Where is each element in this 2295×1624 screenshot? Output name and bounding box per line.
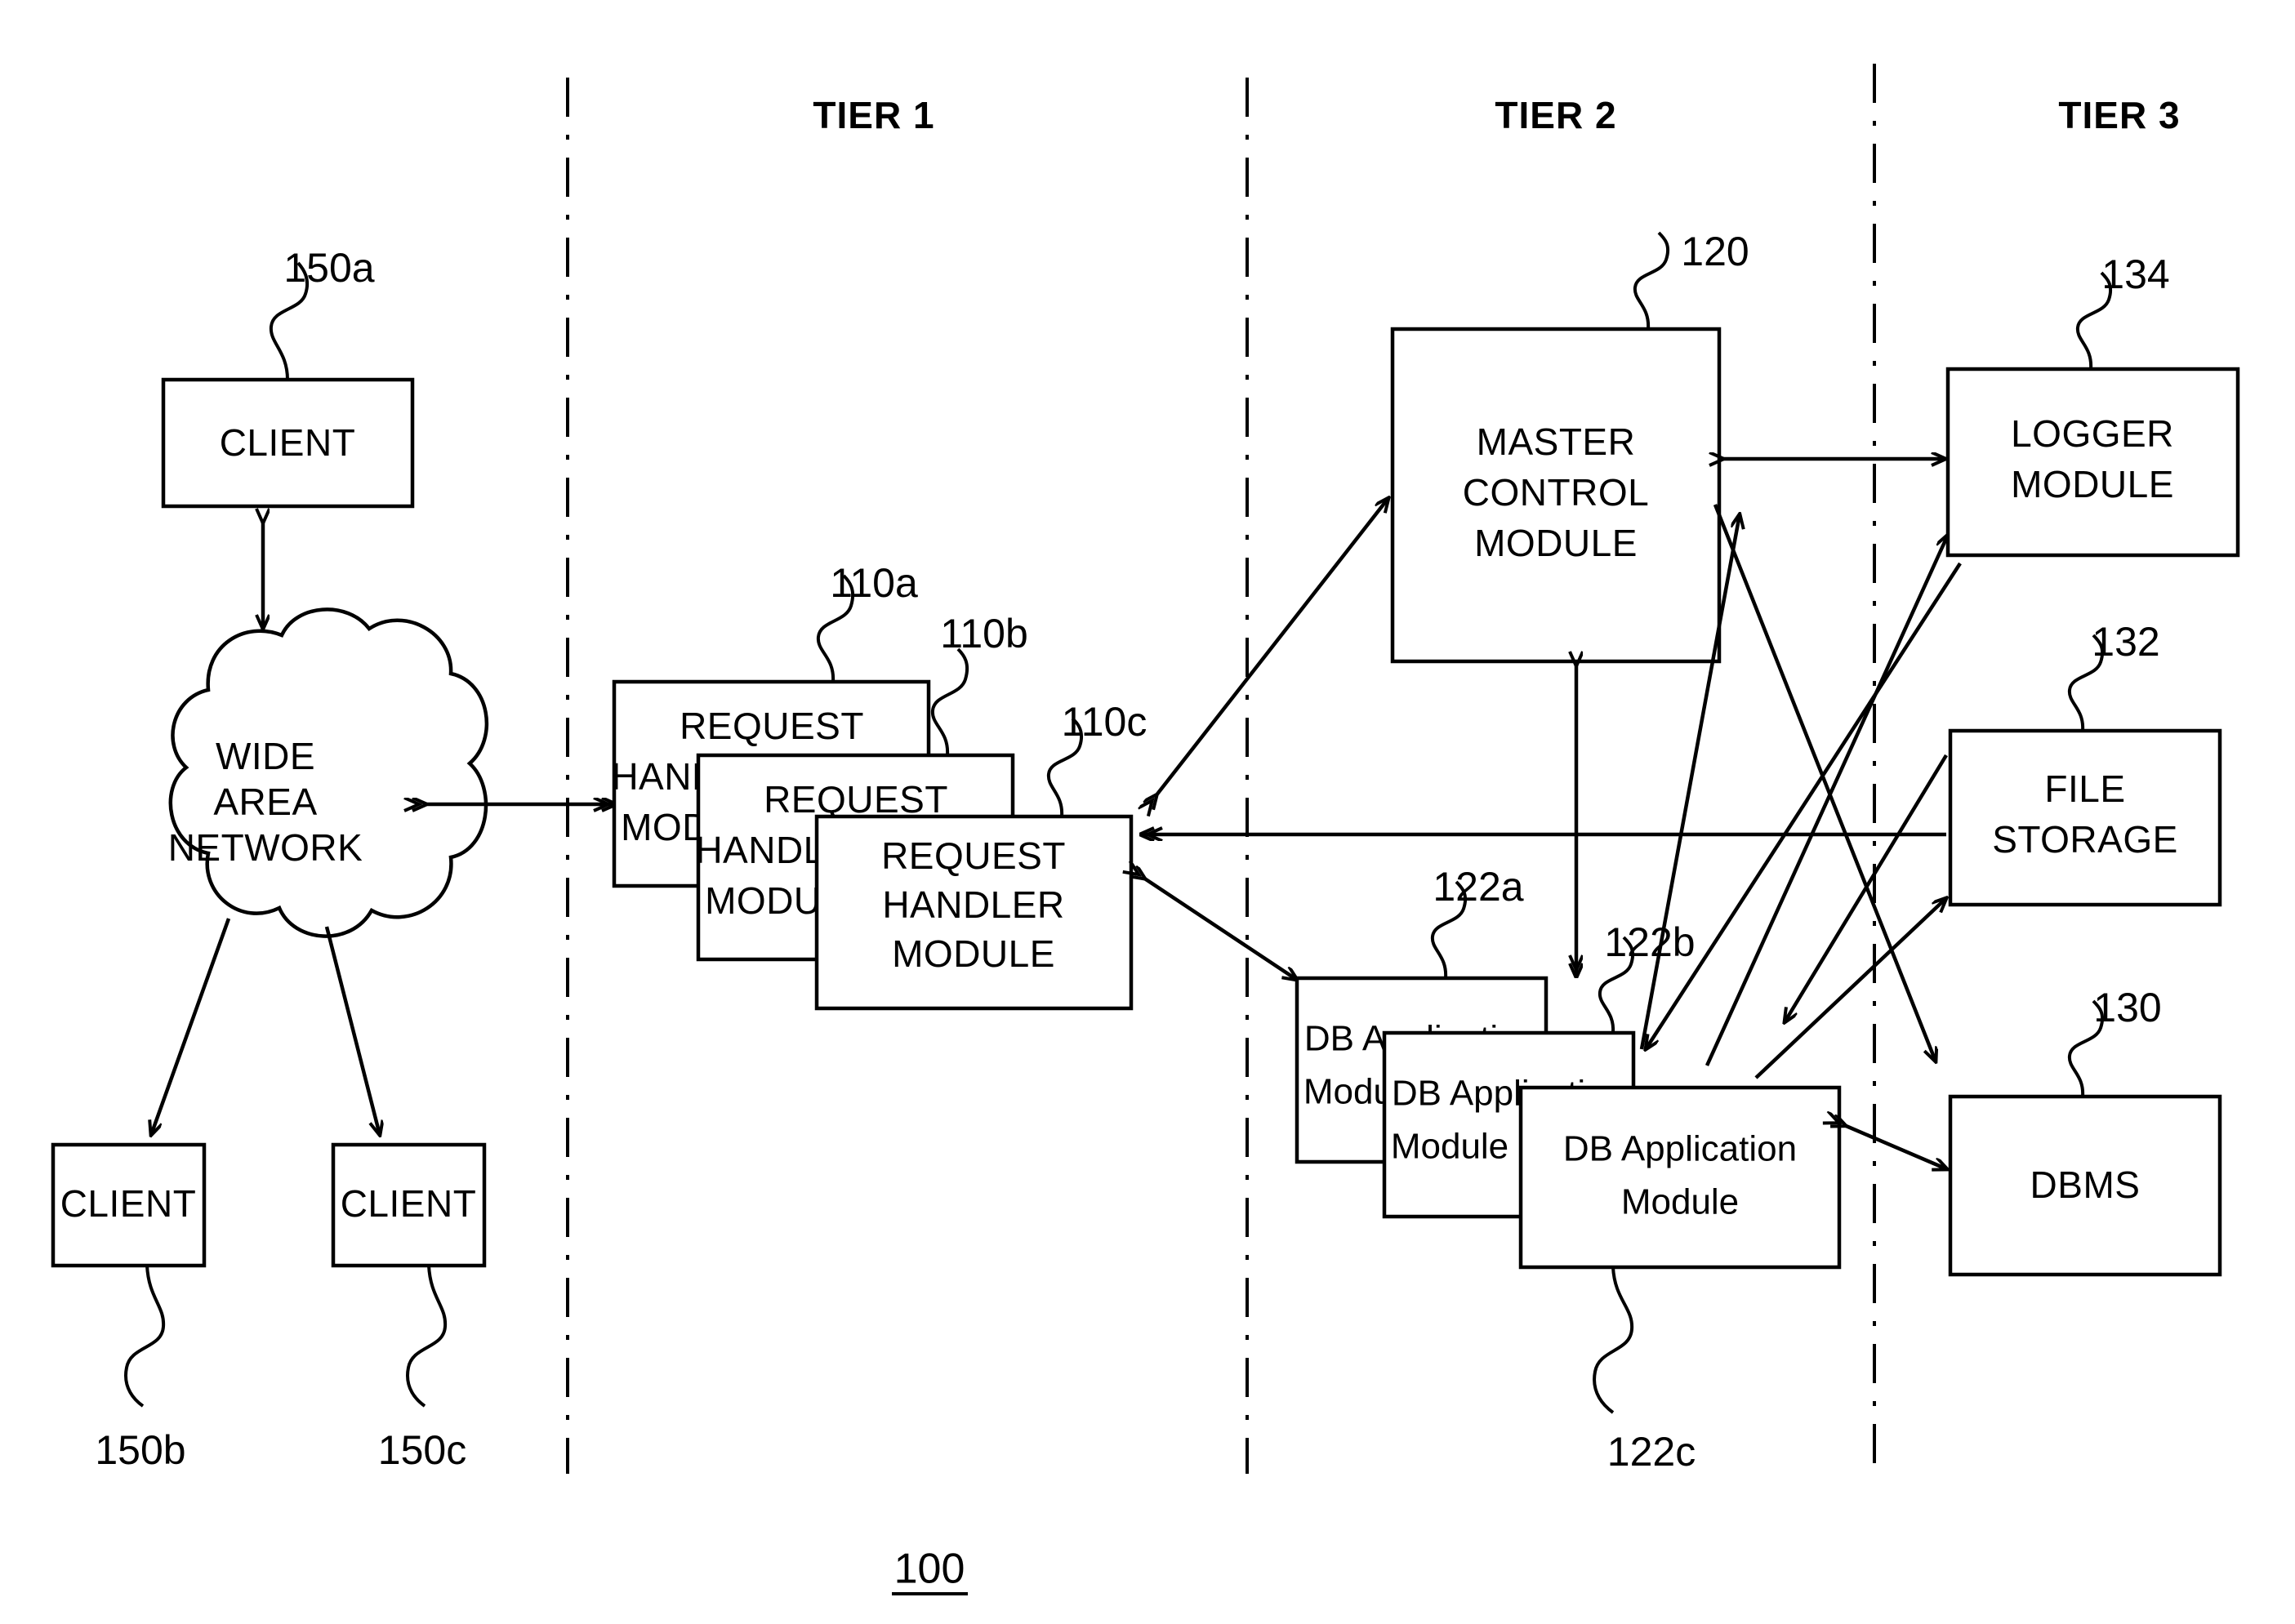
arrow-db-app-to-file-storage: [1754, 898, 1946, 1079]
ref-150b: 150b: [95, 1427, 185, 1473]
arrow-db-app-to-dbms: [1844, 1125, 1947, 1169]
ref-110c: 110c: [1062, 699, 1148, 745]
ref-150a: 150a: [283, 245, 374, 291]
request-handler-c-line3: MODULE: [892, 932, 1055, 975]
system-architecture-diagram: TIER 1 TIER 2 TIER 3 CLIENT 150a WIDE AR…: [51, 64, 2240, 1595]
arrow-request-handler-to-db-app: [1143, 878, 1297, 980]
ref-110a: 110a: [830, 560, 918, 606]
arrow-wan-to-client-b: [151, 918, 231, 1135]
logger-module-box[interactable]: [1945, 367, 2240, 558]
db-app-b-line2: Module: [1391, 1127, 1508, 1167]
leader-122c: [1593, 1266, 1634, 1414]
ref-122c: 122c: [1607, 1429, 1696, 1475]
leader-150b: [124, 1265, 166, 1408]
leader-150c: [406, 1265, 448, 1408]
dbms-label: DBMS: [2030, 1163, 2141, 1206]
master-control-line3: MODULE: [1474, 522, 1638, 564]
tier-label-1: TIER 1: [813, 94, 934, 136]
patent-figure-canvas: TIER 1 TIER 2 TIER 3 CLIENT 150a WIDE AR…: [0, 0, 2295, 1624]
ref-122a: 122a: [1433, 864, 1523, 910]
master-control-line2: CONTROL: [1463, 471, 1649, 514]
request-handler-c-line2: HANDLER: [882, 883, 1064, 926]
tier-label-2: TIER 2: [1495, 94, 1616, 136]
leader-110b: [930, 647, 969, 756]
ref-130: 130: [2093, 985, 2161, 1030]
tier-label-3: TIER 3: [2058, 94, 2180, 136]
wan-label-line2: AREA: [213, 781, 317, 823]
request-handler-a-line1: REQUEST: [680, 705, 864, 747]
figure-number: 100: [894, 1546, 965, 1593]
ref-110b: 110b: [940, 611, 1028, 656]
ref-132: 132: [2092, 619, 2159, 665]
db-app-c-line2: Module: [1621, 1182, 1739, 1222]
request-handler-b-line1: REQUEST: [764, 778, 948, 821]
client-a-label: CLIENT: [220, 421, 356, 464]
client-b-label: CLIENT: [60, 1182, 197, 1225]
ref-120: 120: [1681, 229, 1749, 274]
file-storage-line2: STORAGE: [1992, 818, 2178, 861]
db-app-c-box[interactable]: [1518, 1085, 1842, 1270]
db-app-c-line1: DB Application: [1563, 1129, 1797, 1169]
wan-label-line3: NETWORK: [168, 826, 363, 869]
wan-label-line1: WIDE: [216, 735, 315, 777]
ref-122b: 122b: [1604, 919, 1695, 965]
arrow-request-handler-to-master-control: [1156, 498, 1388, 796]
arrow-db-app-to-logger: [1705, 535, 1948, 1066]
logger-line2: MODULE: [2011, 463, 2174, 505]
leader-120: [1633, 231, 1670, 330]
logger-line1: LOGGER: [2011, 412, 2174, 455]
request-handler-c-line1: REQUEST: [881, 834, 1066, 877]
file-storage-line1: FILE: [2044, 768, 2125, 810]
ref-150c: 150c: [378, 1427, 466, 1473]
master-control-line1: MASTER: [1477, 420, 1636, 463]
client-c-label: CLIENT: [341, 1182, 477, 1225]
arrow-wan-to-client-c: [324, 926, 380, 1135]
ref-134: 134: [2101, 251, 2169, 297]
